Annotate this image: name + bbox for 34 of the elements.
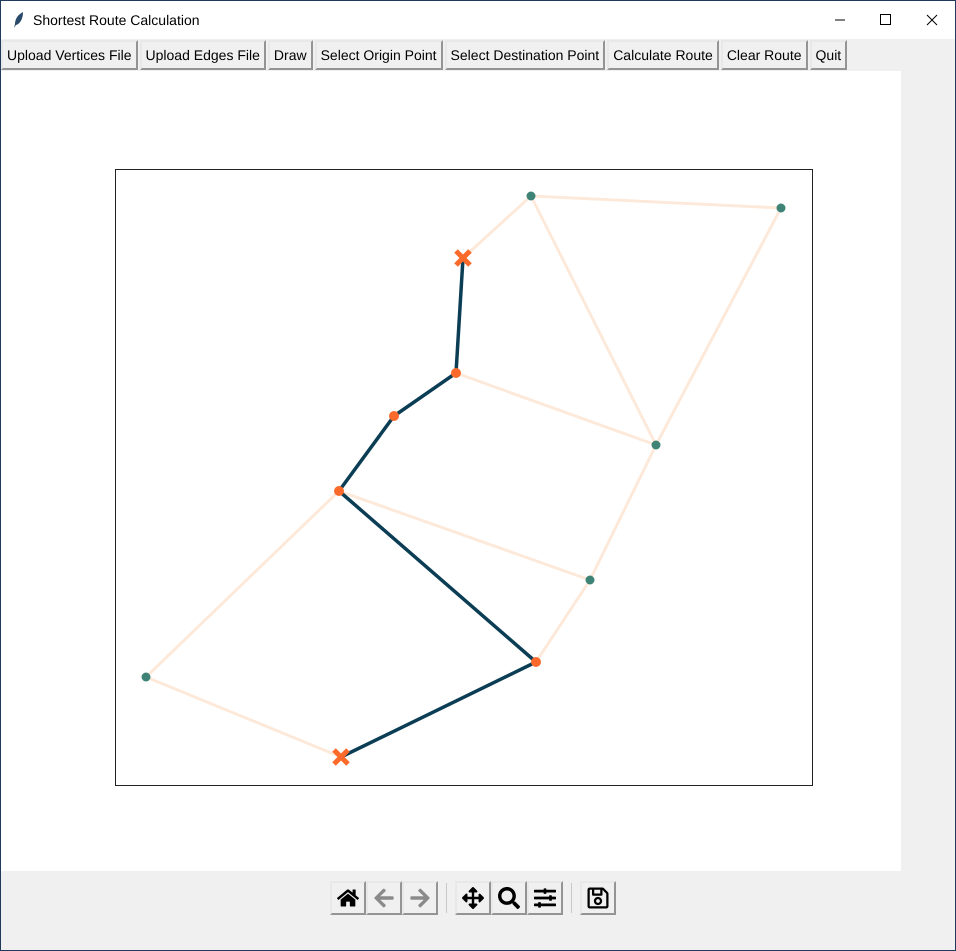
graph-node	[652, 440, 660, 450]
save-button[interactable]	[580, 881, 616, 915]
toolbar-button[interactable]: Clear Route	[720, 40, 808, 70]
graph-node	[526, 192, 536, 200]
toolbar-button[interactable]: Select Destination Point	[444, 40, 606, 70]
route-node	[334, 486, 344, 496]
toolbar-button[interactable]: Upload Edges File	[140, 40, 266, 70]
toolbar-button[interactable]: Calculate Route	[607, 40, 719, 70]
right-arrow-icon	[409, 887, 431, 909]
toolbar-button[interactable]: Draw	[268, 40, 313, 70]
search-icon	[498, 887, 520, 909]
route-node	[451, 368, 461, 378]
close-icon	[926, 14, 938, 26]
maximize-icon	[880, 14, 892, 26]
toolbar-button[interactable]: Upload Vertices File	[1, 40, 138, 70]
endpoint-cross-marker	[454, 248, 472, 268]
feather-icon	[13, 11, 25, 29]
move-icon	[462, 887, 484, 909]
left-arrow-icon	[373, 887, 395, 909]
pan-button[interactable]	[455, 881, 491, 915]
graph-node	[776, 204, 786, 212]
toolbar-button[interactable]: Select Origin Point	[314, 40, 443, 70]
sliders-icon	[534, 887, 556, 909]
graph-node	[142, 672, 150, 682]
endpoint-cross-marker	[332, 748, 350, 766]
toolbar-button[interactable]: Quit	[810, 40, 848, 70]
home-button[interactable]	[330, 881, 366, 915]
graph-node	[586, 576, 594, 584]
route-node	[531, 657, 541, 667]
window-title: Shortest Route Calculation	[33, 12, 201, 28]
zoom-button[interactable]	[491, 881, 527, 915]
configure-button[interactable]	[527, 881, 563, 915]
home-icon	[337, 887, 359, 909]
route-node	[389, 411, 399, 421]
